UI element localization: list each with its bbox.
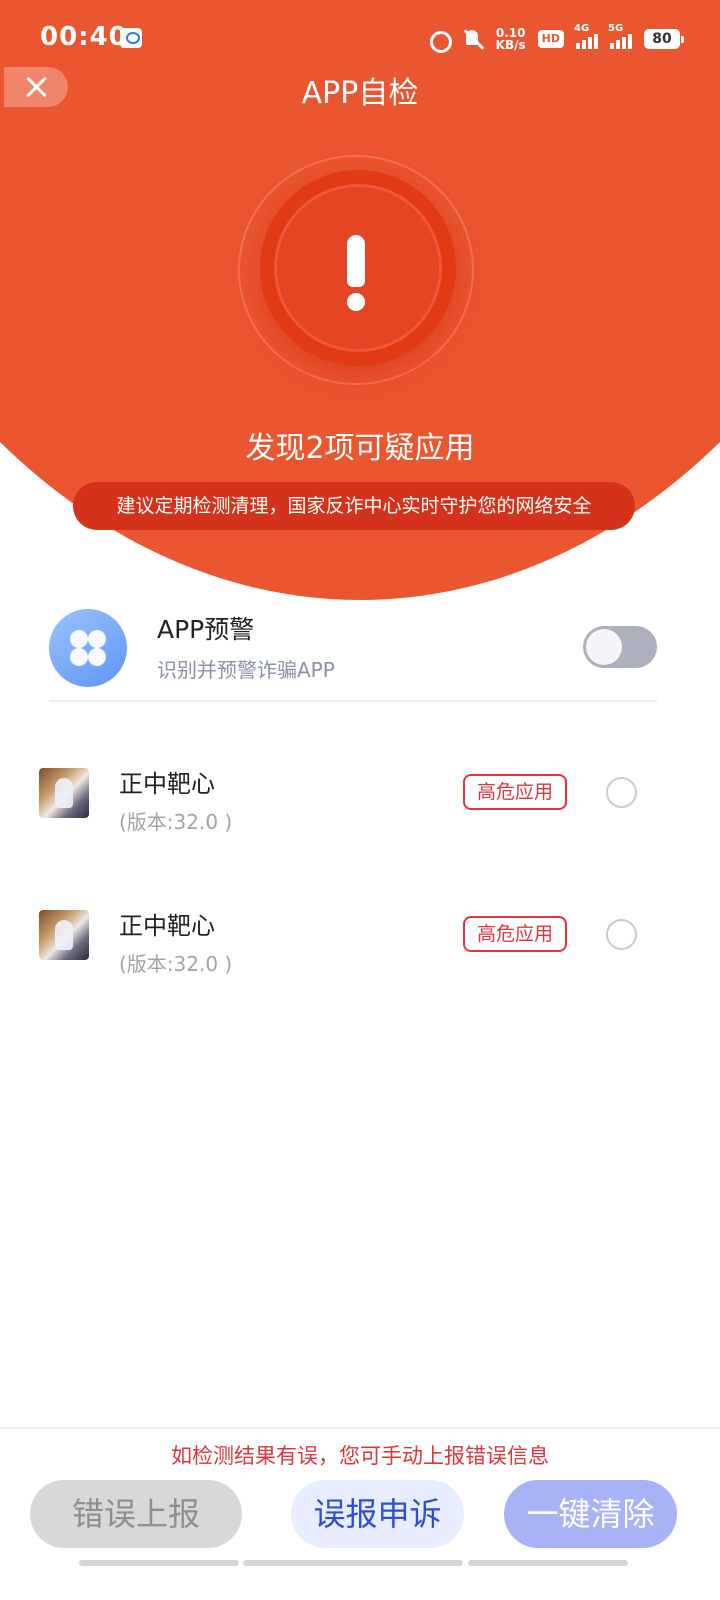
hd-icon: HD — [537, 30, 564, 48]
footer-divider — [0, 1427, 720, 1429]
toggle-knob — [586, 629, 622, 665]
app-warning-subtitle: 识别并预警诈骗APP — [157, 658, 335, 682]
alarm-icon — [428, 28, 452, 53]
list-item[interactable]: 正中靶心 (版本:32.0 ) 高危应用 — [0, 768, 720, 868]
app-name: 正中靶心 — [119, 770, 215, 798]
advice-banner: 建议定期检测清理，国家反诈中心实时守护您的网络安全 — [73, 482, 635, 530]
signal-4g-label: 4G — [574, 23, 590, 34]
app-warning-toggle[interactable] — [583, 626, 657, 668]
app-thumbnail — [39, 768, 89, 818]
app-version: (版本:32.0 ) — [119, 810, 233, 834]
exclamation-icon — [344, 235, 368, 315]
nav-bar-segment — [243, 1560, 463, 1566]
signal-5g-label: 5G — [608, 23, 624, 34]
app-name: 正中靶心 — [119, 912, 215, 940]
appeal-button[interactable]: 误报申诉 — [291, 1480, 464, 1548]
signal-4g-icon: 4G — [574, 23, 598, 49]
net-speed-unit: KB/s — [495, 38, 526, 52]
select-radio[interactable] — [606, 919, 637, 950]
nav-bar-segment — [468, 1560, 628, 1566]
nav-bar-segment — [79, 1560, 239, 1566]
list-item[interactable]: 正中靶心 (版本:32.0 ) 高危应用 — [0, 910, 720, 1010]
net-speed: 0.10 KB/s — [496, 27, 526, 51]
signal-5g-icon: 5G — [608, 23, 632, 49]
mute-icon — [462, 28, 484, 50]
app-notification-icon — [120, 28, 142, 48]
battery-icon: 80 — [644, 29, 684, 49]
warning-graphic — [238, 155, 474, 385]
select-radio[interactable] — [606, 777, 637, 808]
status-bar: 00:40 0.10 KB/s HD 4G 5G 80 — [0, 0, 720, 78]
error-hint: 如检测结果有误，您可手动上报错误信息 — [171, 1444, 549, 1468]
one-click-clear-button[interactable]: 一键清除 — [504, 1480, 677, 1548]
status-icons: 0.10 KB/s HD 4G 5G 80 — [428, 23, 684, 54]
app-grid-icon — [49, 609, 127, 687]
status-time: 00:40 — [40, 22, 128, 52]
scan-summary: 发现2项可疑应用 — [245, 431, 475, 466]
risk-badge: 高危应用 — [463, 916, 567, 952]
report-error-button[interactable]: 错误上报 — [30, 1480, 242, 1548]
app-warning-section: APP预警 识别并预警诈骗APP — [49, 606, 657, 702]
risk-badge: 高危应用 — [463, 774, 567, 810]
page-title: APP自检 — [301, 76, 419, 111]
app-version: (版本:32.0 ) — [119, 952, 233, 976]
app-warning-title: APP预警 — [157, 615, 255, 644]
app-thumbnail — [39, 910, 89, 960]
